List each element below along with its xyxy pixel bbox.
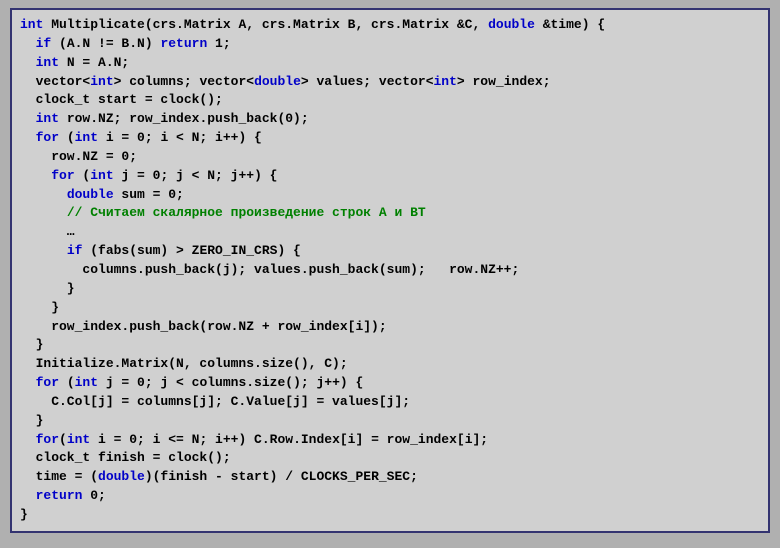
kw-int: int xyxy=(90,74,113,89)
line-9: for (int j = 0; j < N; j++) { xyxy=(20,168,277,183)
kw-for: for xyxy=(36,432,59,447)
kw-double: double xyxy=(488,17,535,32)
line-4: vector<int> columns; vector<double> valu… xyxy=(20,74,551,89)
line-24: clock_t finish = clock(); xyxy=(20,450,231,465)
kw-int: int xyxy=(90,168,113,183)
line-1: int Multiplicate(crs.Matrix A, crs.Matri… xyxy=(20,17,605,32)
line-20: for (int j = 0; j < columns.size(); j++)… xyxy=(20,375,363,390)
line-6: int row.NZ; row_index.push_back(0); xyxy=(20,111,309,126)
kw-int: int xyxy=(36,55,59,70)
line-26: return 0; xyxy=(20,488,106,503)
line-5: clock_t start = clock(); xyxy=(20,92,223,107)
kw-for: for xyxy=(51,168,74,183)
kw-for: for xyxy=(36,375,59,390)
kw-int: int xyxy=(36,111,59,126)
kw-int: int xyxy=(75,375,98,390)
line-10: double sum = 0; xyxy=(20,187,184,202)
line-19: Initialize.Matrix(N, columns.size(), C); xyxy=(20,356,348,371)
line-21: C.Col[j] = columns[j]; C.Value[j] = valu… xyxy=(20,394,410,409)
line-13: if (fabs(sum) > ZERO_IN_CRS) { xyxy=(20,243,301,258)
kw-return: return xyxy=(36,488,83,503)
line-15: } xyxy=(20,281,75,296)
line-14: columns.push_back(j); values.push_back(s… xyxy=(20,262,519,277)
kw-double: double xyxy=(98,469,145,484)
line-7: for (int i = 0; i < N; i++) { xyxy=(20,130,262,145)
kw-double: double xyxy=(254,74,301,89)
kw-double: double xyxy=(67,187,114,202)
line-18: } xyxy=(20,337,43,352)
kw-if: if xyxy=(67,243,83,258)
line-25: time = (double)(finish - start) / CLOCKS… xyxy=(20,469,418,484)
line-11: // Считаем скалярное произведение строк … xyxy=(20,205,426,220)
kw-int: int xyxy=(20,17,43,32)
kw-return: return xyxy=(160,36,207,51)
code-block: int Multiplicate(crs.Matrix A, crs.Matri… xyxy=(10,8,770,533)
kw-int: int xyxy=(67,432,90,447)
line-23: for(int i = 0; i <= N; i++) C.Row.Index[… xyxy=(20,432,488,447)
kw-int: int xyxy=(434,74,457,89)
kw-if: if xyxy=(36,36,52,51)
line-2: if (A.N != B.N) return 1; xyxy=(20,36,231,51)
kw-int: int xyxy=(75,130,98,145)
line-3: int N = A.N; xyxy=(20,55,129,70)
kw-for: for xyxy=(36,130,59,145)
line-27: } xyxy=(20,507,28,522)
line-17: row_index.push_back(row.NZ + row_index[i… xyxy=(20,319,387,334)
line-8: row.NZ = 0; xyxy=(20,149,137,164)
line-12: … xyxy=(20,224,75,239)
line-22: } xyxy=(20,413,43,428)
comment: // Считаем скалярное произведение строк … xyxy=(67,205,426,220)
line-16: } xyxy=(20,300,59,315)
